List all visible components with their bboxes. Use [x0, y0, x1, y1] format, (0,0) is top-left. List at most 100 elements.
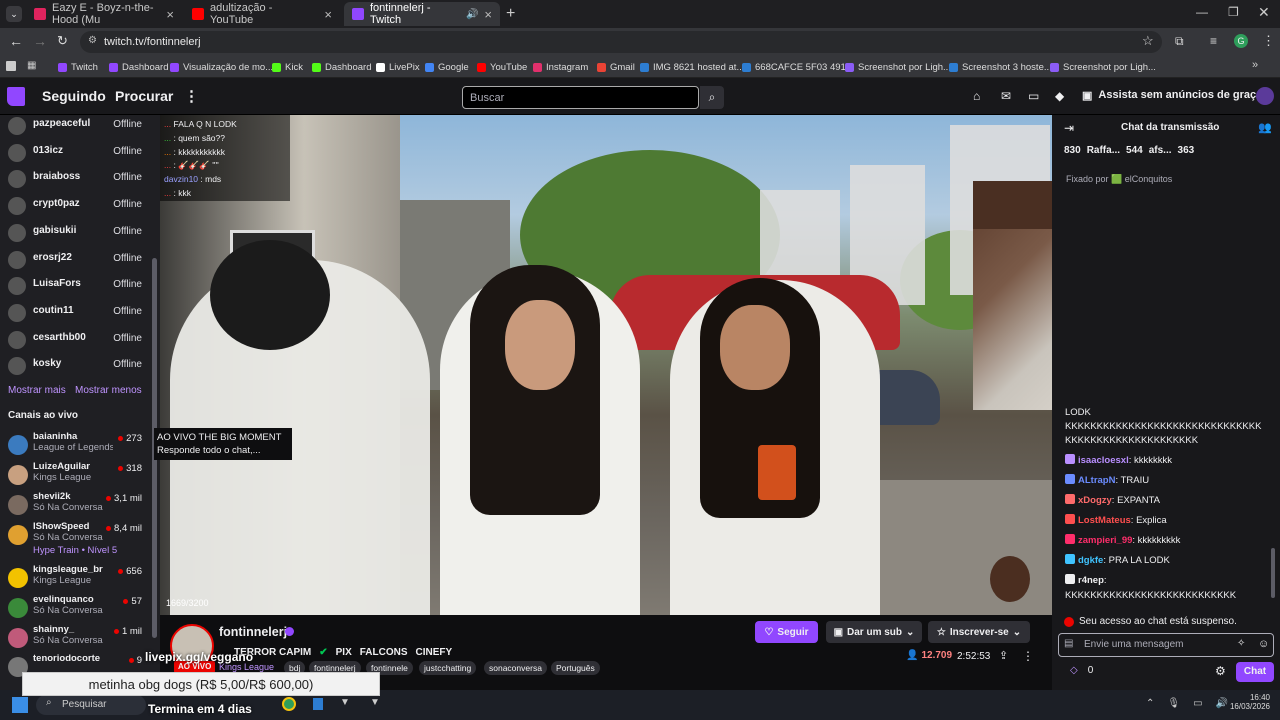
pinned-message[interactable]: Fixado por 🟩 elConquitos: [1066, 174, 1172, 185]
chat-users-icon[interactable]: 👥: [1258, 121, 1272, 134]
nav-more-icon[interactable]: ⋮: [184, 78, 199, 115]
chrome-taskbar-icon[interactable]: [282, 697, 296, 711]
whispers-icon[interactable]: ▭: [1028, 89, 1039, 103]
chat-emote-picker-icon[interactable]: ▤: [1064, 638, 1073, 649]
windows-start-icon[interactable]: [12, 697, 28, 713]
site-info-icon[interactable]: ⚙: [88, 35, 97, 46]
restore-icon[interactable]: ❐: [1228, 5, 1239, 19]
bookmark-star-icon[interactable]: ☆: [1142, 33, 1154, 49]
bookmark-item[interactable]: Kick: [272, 56, 303, 78]
nav-following[interactable]: Seguindo: [42, 78, 106, 115]
followed-channel-item[interactable]: LuisaFors Offline: [0, 273, 152, 300]
show-more-link[interactable]: Mostrar mais: [8, 385, 66, 396]
bookmark-item[interactable]: Gmail: [597, 56, 635, 78]
network-icon[interactable]: ▭: [1193, 698, 1202, 709]
bookmark-item[interactable]: Instagram: [533, 56, 588, 78]
bookmark-item[interactable]: Screenshot por Ligh...: [845, 56, 951, 78]
minimize-icon[interactable]: —: [1196, 5, 1208, 19]
more-options-icon[interactable]: ⋮: [1022, 649, 1034, 663]
followed-channel-item[interactable]: crypt0paz Offline: [0, 193, 152, 220]
twitch-logo-icon[interactable]: [7, 87, 25, 106]
bits-icon[interactable]: ◆: [1055, 89, 1064, 103]
chat-username[interactable]: isaacloesxl: [1078, 455, 1129, 466]
bookmark-item[interactable]: LivePix: [376, 56, 420, 78]
followed-channel-item[interactable]: braiaboss Offline: [0, 166, 152, 193]
grid-icon[interactable]: ▦: [27, 60, 36, 71]
subscribe-button[interactable]: ☆ Inscrever-se ⌄: [928, 621, 1030, 643]
close-tab-icon[interactable]: ×: [166, 7, 174, 22]
close-tab-icon[interactable]: ×: [324, 7, 332, 22]
mute-tab-icon[interactable]: 🔊: [466, 9, 478, 20]
live-channel-item[interactable]: kingsleague_br Kings League 656: [0, 564, 152, 594]
channel-points[interactable]: ◇ 0: [1070, 665, 1093, 676]
bits-chat-icon[interactable]: ✧: [1237, 638, 1245, 649]
microphone-icon[interactable]: 🎙: [1167, 698, 1180, 709]
followed-channel-item[interactable]: pazpeaceful Offline: [0, 115, 152, 140]
more-bookmarks-icon[interactable]: »: [1252, 59, 1258, 71]
chat-username[interactable]: zampieri_99: [1078, 535, 1132, 546]
chat-scrollbar[interactable]: [1271, 548, 1275, 598]
live-channel-item[interactable]: shainny_ Só Na Conversa 1 mil: [0, 624, 152, 654]
reload-icon[interactable]: ↻: [57, 33, 68, 49]
chat-username[interactable]: xDogzy: [1078, 495, 1112, 506]
gift-sub-button[interactable]: ▣ Dar um sub ⌄: [826, 621, 922, 643]
bookmark-item[interactable]: Google: [425, 56, 469, 78]
apps-icon[interactable]: [6, 61, 16, 71]
chat-username[interactable]: r4nep: [1078, 575, 1104, 586]
taskbar-app-icon[interactable]: [313, 698, 323, 710]
live-channel-item[interactable]: shevii2k Só Na Conversa 3,1 mil: [0, 491, 152, 521]
show-less-link[interactable]: Mostrar menos: [75, 385, 142, 396]
tab-search-button[interactable]: ⌄: [6, 6, 22, 22]
user-avatar[interactable]: [1256, 87, 1274, 105]
share-icon[interactable]: ⇪: [999, 649, 1008, 662]
search-input[interactable]: Buscar: [462, 86, 699, 109]
emoji-icon[interactable]: ☺: [1258, 638, 1269, 650]
ad-free-promo-button[interactable]: ▣ Assista sem anúncios de graça: [1082, 89, 1262, 102]
browser-menu-icon[interactable]: ⋮: [1262, 33, 1275, 49]
taskbar-clock[interactable]: 16:40 16/03/2026: [1226, 693, 1270, 711]
bookmark-item[interactable]: YouTube: [477, 56, 527, 78]
live-channel-item[interactable]: LuizeAguilar Kings League 318: [0, 461, 152, 491]
bookmark-item[interactable]: Twitch: [58, 56, 98, 78]
bookmark-item[interactable]: IMG 8621 hosted at...: [640, 56, 744, 78]
follow-button[interactable]: ♡ Seguir: [755, 621, 818, 643]
followed-channel-item[interactable]: 013icz Offline: [0, 140, 152, 167]
prime-crown-icon[interactable]: ⌂: [973, 89, 980, 103]
taskbar-app-icon[interactable]: ▼: [340, 697, 350, 708]
collapse-chat-icon[interactable]: ⇥: [1064, 121, 1074, 135]
tag-pill[interactable]: sonaconversa: [484, 661, 547, 675]
bookmark-item[interactable]: Visualização de mo...: [170, 56, 273, 78]
tag-pill[interactable]: justcchatting: [419, 661, 477, 675]
followed-channel-item[interactable]: cesarthb00 Offline: [0, 327, 152, 354]
live-channel-item[interactable]: baianinha League of Legends 273: [0, 431, 152, 461]
browser-tab-2[interactable]: adultização - YouTube ×: [184, 2, 340, 26]
bookmark-item[interactable]: Dashboard: [312, 56, 371, 78]
search-button[interactable]: ⌕: [700, 86, 724, 109]
chat-username[interactable]: LostMateus: [1078, 515, 1131, 526]
followed-channel-item[interactable]: gabisukii Offline: [0, 220, 152, 247]
close-window-icon[interactable]: ✕: [1258, 4, 1270, 21]
forward-icon[interactable]: →: [33, 33, 47, 49]
browser-tab-1[interactable]: Eazy E - Boyz-n-the-Hood (Mu ×: [26, 2, 182, 26]
chat-settings-icon[interactable]: ⚙: [1215, 664, 1226, 678]
taskbar-app-icon[interactable]: ▼: [370, 697, 380, 708]
followed-channel-item[interactable]: kosky Offline: [0, 353, 152, 380]
tag-pill[interactable]: Português: [551, 661, 600, 675]
bookmark-item[interactable]: Screenshot 3 hoste...: [949, 56, 1052, 78]
back-icon[interactable]: ←: [9, 33, 23, 49]
followed-channel-item[interactable]: erosrj22 Offline: [0, 247, 152, 274]
profile-avatar[interactable]: G: [1234, 34, 1248, 48]
close-tab-icon[interactable]: ×: [484, 7, 492, 22]
live-channel-item[interactable]: evelinquanco Só Na Conversa 57: [0, 594, 152, 624]
tray-chevron-icon[interactable]: ⌃: [1146, 698, 1154, 709]
new-tab-button[interactable]: +: [506, 5, 515, 23]
taskbar-search[interactable]: Pesquisar: [36, 695, 146, 715]
nav-browse[interactable]: Procurar: [115, 78, 173, 115]
streamer-name[interactable]: fontinnelerj: [219, 625, 287, 639]
bookmark-item[interactable]: 668CAFCE 5F03 491...: [742, 56, 854, 78]
chat-username[interactable]: ALtrapN: [1078, 475, 1115, 486]
extensions-icon[interactable]: ⧉: [1175, 34, 1184, 49]
bookmark-item[interactable]: Dashboard: [109, 56, 168, 78]
chat-send-button[interactable]: Chat: [1236, 662, 1274, 682]
bookmark-item[interactable]: Screenshot por Ligh...: [1050, 56, 1156, 78]
